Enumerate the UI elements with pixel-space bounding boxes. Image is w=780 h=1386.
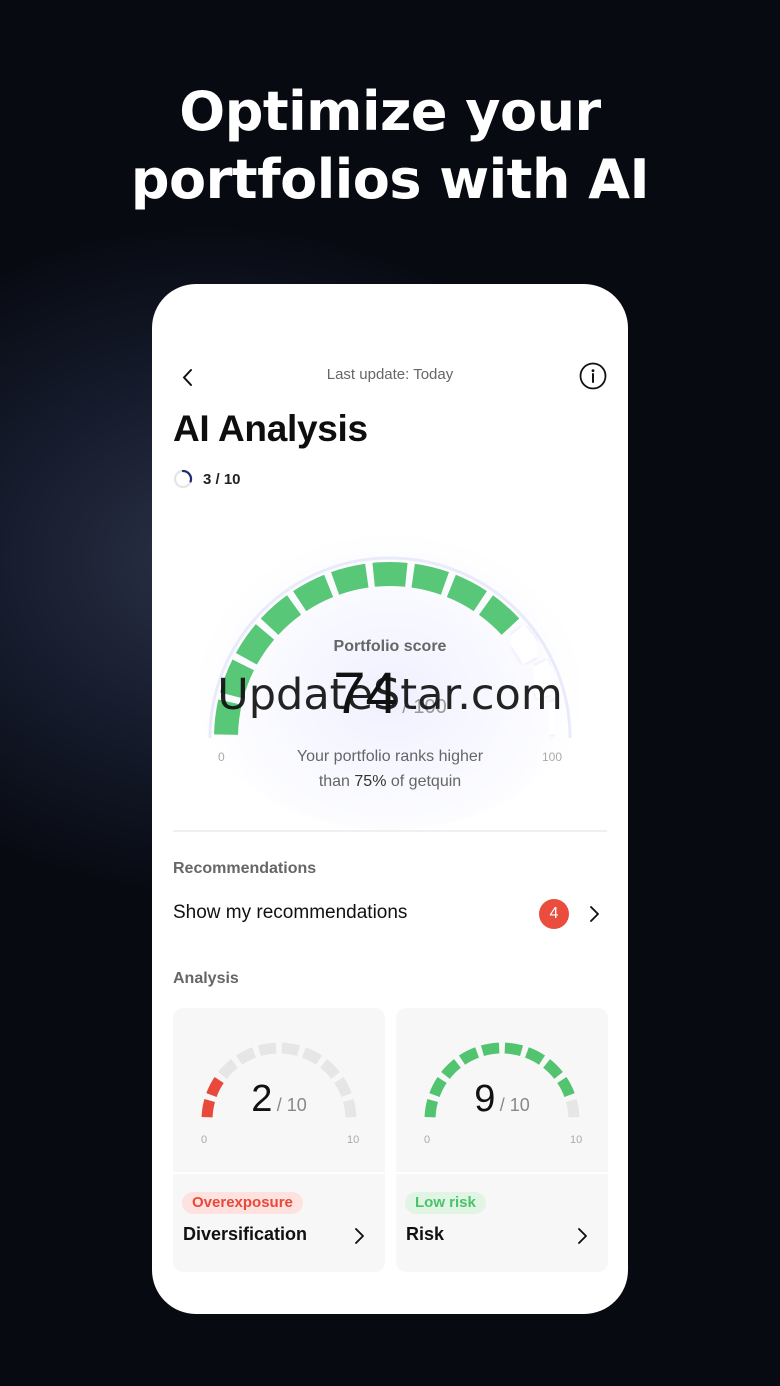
- diversification-axis-max: 10: [347, 1134, 360, 1146]
- top-bar: Last update: Today: [152, 354, 628, 398]
- diversification-axis-min: 0: [201, 1134, 208, 1146]
- diversification-card[interactable]: 2 / 10 0 10 Overexposure Diversification: [173, 1008, 385, 1272]
- divider: [173, 830, 607, 832]
- headline: Optimize your portfolios with AI: [0, 78, 780, 214]
- analysis-section-label: Analysis: [173, 970, 239, 987]
- show-recommendations-row[interactable]: Show my recommendations 4: [152, 894, 628, 934]
- mini-gauge-segment: [441, 1059, 461, 1079]
- portfolio-gauge-segment: [260, 595, 302, 636]
- rank-percent: 75%: [354, 773, 387, 790]
- portfolio-rank-text: Your portfolio ranks higher than 75% of …: [152, 744, 628, 794]
- diversification-title: Diversification: [183, 1224, 308, 1244]
- risk-axis-min: 0: [424, 1134, 431, 1146]
- diversification-score-value: 2: [251, 1078, 273, 1120]
- risk-axis-max: 10: [570, 1134, 583, 1146]
- watermark: UpdateStar.com: [217, 670, 563, 720]
- diversification-score-max: / 10: [276, 1095, 307, 1115]
- portfolio-gauge-segment: [478, 595, 520, 636]
- portfolio-score-label: Portfolio score: [333, 638, 447, 655]
- risk-card-footer: [396, 1172, 608, 1274]
- diversification-score: 2 / 10: [173, 1078, 385, 1121]
- rank-line-2: than 75% of getquin: [152, 769, 628, 794]
- chevron-right-icon: [355, 1228, 364, 1244]
- phone-screen: Last update: Today AI Analysis 3 / 10 Po…: [152, 284, 628, 1314]
- progress-ring-fill: [181, 469, 193, 483]
- recommendations-count-badge: 4: [539, 899, 569, 929]
- diversification-card-footer: [173, 1172, 385, 1274]
- mini-gauge-segment: [301, 1047, 323, 1065]
- progress-label: 3 / 10: [203, 470, 241, 488]
- mini-gauge-segment: [320, 1059, 340, 1079]
- mini-gauge-segment: [257, 1042, 277, 1057]
- progress-ring-icon: [173, 469, 193, 489]
- mini-gauge-segment: [480, 1042, 500, 1057]
- mini-gauge-segment: [504, 1042, 524, 1057]
- headline-line-2: portfolios with AI: [130, 148, 650, 211]
- mini-gauge-segment: [524, 1047, 546, 1065]
- rank-line-1: Your portfolio ranks higher: [296, 748, 484, 765]
- recommendations-section-label: Recommendations: [173, 860, 317, 877]
- chevron-right-icon: [578, 1228, 587, 1244]
- info-icon: [579, 362, 607, 390]
- mini-gauge-segment: [218, 1059, 238, 1079]
- show-recommendations-label: Show my recommendations: [173, 902, 408, 923]
- mini-gauge-segment: [235, 1047, 257, 1065]
- mini-gauge-segment: [458, 1047, 480, 1065]
- rank-suffix: of getquin: [386, 773, 462, 790]
- last-update-text: Last update: Today: [326, 366, 454, 383]
- portfolio-gauge-segment: [411, 563, 449, 595]
- mini-gauge-segment: [281, 1042, 301, 1057]
- low-risk-badge: Low risk: [405, 1192, 486, 1214]
- page-title: AI Analysis: [173, 408, 368, 449]
- rank-prefix: than: [318, 773, 355, 790]
- portfolio-gauge-segment: [372, 562, 408, 587]
- risk-score-max: / 10: [499, 1095, 530, 1115]
- risk-score: 9 / 10: [396, 1078, 608, 1121]
- portfolio-gauge-segment: [446, 574, 487, 612]
- risk-title: Risk: [406, 1224, 445, 1244]
- risk-score-value: 9: [474, 1078, 496, 1120]
- portfolio-gauge-segment: [293, 574, 334, 612]
- info-button[interactable]: [579, 362, 607, 390]
- analysis-progress: 3 / 10: [173, 468, 241, 490]
- headline-line-1: Optimize your: [179, 80, 601, 143]
- chevron-right-icon: [590, 906, 599, 922]
- portfolio-gauge-segment: [331, 563, 369, 595]
- risk-card[interactable]: 9 / 10 0 10 Low risk Risk: [396, 1008, 608, 1272]
- overexposure-badge: Overexposure: [182, 1192, 303, 1214]
- mini-gauge-segment: [543, 1059, 563, 1079]
